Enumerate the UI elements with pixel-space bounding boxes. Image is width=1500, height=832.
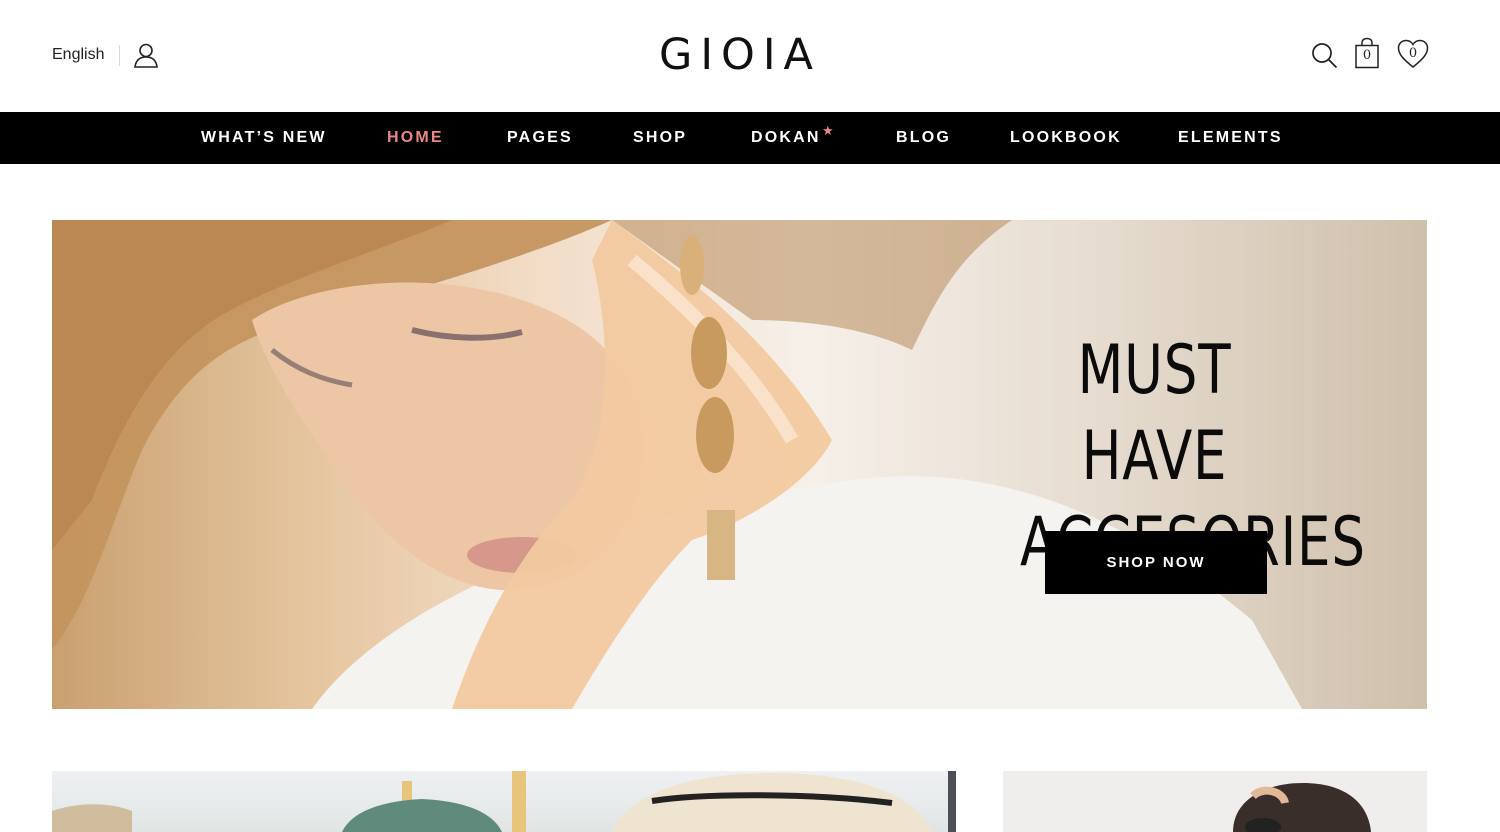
nav-item-whats-new[interactable]: WHAT’S NEW [201,129,327,147]
nav-item-pages[interactable]: PAGES [507,129,573,147]
nav-item-elements[interactable]: ELEMENTS [1178,129,1283,147]
wishlist-count: 0 [1408,46,1418,61]
cart-count: 0 [1362,48,1372,63]
hero-title-line-1: MUST HAVE [1077,331,1232,496]
hero-banner[interactable]: MUST HAVE ACCESORIES SHOP NOW [52,220,1427,709]
nav-item-shop[interactable]: SHOP [633,129,687,147]
divider [119,45,120,66]
nav-item-blog[interactable]: BLOG [896,129,951,147]
dokan-star-badge: ★ [822,123,834,138]
promo-banner-right[interactable] [1003,771,1427,832]
promo-image-right [1233,783,1371,832]
wishlist-heart-icon[interactable]: 0 [1397,39,1429,69]
promo-banner-left[interactable] [52,771,956,832]
cart-icon[interactable]: 0 [1354,37,1380,69]
user-icon[interactable] [133,42,159,68]
search-icon[interactable] [1311,42,1338,69]
main-navigation: WHAT’S NEW HOME PAGES SHOP DOKAN BLOG LO… [0,112,1500,164]
site-logo[interactable]: GIOIA [652,30,828,80]
promo-image-left [52,771,956,832]
site-header: English GIOIA 0 0 [0,0,1500,112]
nav-item-lookbook[interactable]: LOOKBOOK [1010,129,1122,147]
nav-item-home[interactable]: HOME [387,129,444,147]
nav-item-dokan[interactable]: DOKAN [751,129,821,147]
language-switcher[interactable]: English [52,46,104,64]
shop-now-button[interactable]: SHOP NOW [1045,531,1267,594]
